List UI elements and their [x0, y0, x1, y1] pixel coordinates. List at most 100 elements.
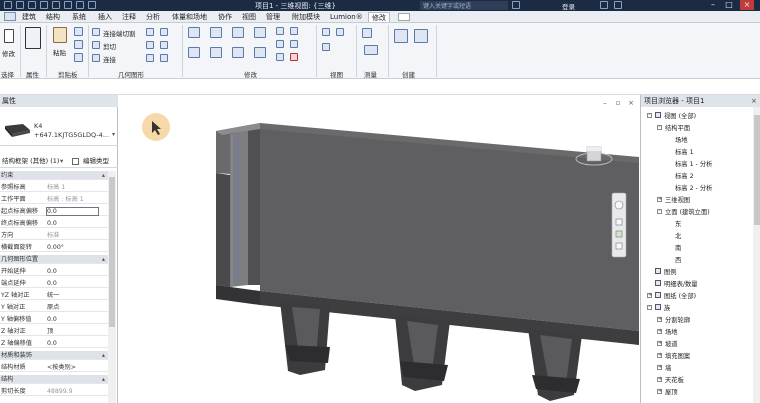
maximize-button[interactable]: □: [722, 0, 736, 10]
property-row[interactable]: 工作平面 标高 : 标高 1: [0, 195, 108, 204]
property-row[interactable]: Z 轴偏移值 0.0: [0, 339, 108, 348]
modify-button[interactable]: 修改: [2, 48, 15, 58]
login-link[interactable]: 登录: [562, 1, 575, 11]
mirror-axis-icon[interactable]: [232, 27, 244, 38]
minimize-button[interactable]: –: [706, 0, 720, 10]
hide-in-view-icon[interactable]: [322, 28, 330, 36]
expand-toggle-icon[interactable]: +: [657, 365, 662, 370]
browser-item[interactable]: 场地: [665, 327, 678, 336]
browser-item[interactable]: 标高 1 - 分析: [675, 159, 712, 168]
connect-cut-button[interactable]: 连接端切割: [103, 28, 136, 38]
expand-toggle-icon[interactable]: +: [657, 389, 662, 394]
geometry-tool-3-icon[interactable]: [146, 41, 154, 49]
tab-addins[interactable]: 附加模块: [292, 12, 320, 22]
property-value[interactable]: 0.0: [47, 279, 57, 288]
property-row[interactable]: 横截面旋转 0.00°: [0, 243, 108, 252]
view-tool-icon[interactable]: [322, 43, 330, 51]
expand-toggle-icon[interactable]: +: [657, 341, 662, 346]
measure-qa-icon[interactable]: [76, 1, 84, 9]
tab-analyze[interactable]: 分析: [146, 12, 160, 22]
browser-item[interactable]: 场地: [675, 135, 688, 144]
browser-item[interactable]: 图纸 (全部): [664, 291, 696, 300]
match-type-icon[interactable]: [74, 53, 83, 62]
browser-item[interactable]: 北: [675, 231, 681, 240]
cut-geometry-icon[interactable]: [92, 41, 100, 49]
browser-item[interactable]: 屋顶: [665, 387, 678, 396]
tab-manage[interactable]: 管理: [266, 12, 280, 22]
cart-icon[interactable]: [600, 1, 608, 9]
app-tab-icon[interactable]: [4, 12, 16, 21]
expand-toggle-icon[interactable]: +: [657, 377, 662, 382]
property-value[interactable]: 顶: [47, 327, 53, 336]
expand-toggle-icon[interactable]: +: [657, 197, 662, 202]
help-icon[interactable]: [614, 1, 622, 9]
browser-item[interactable]: 标高 2 - 分析: [675, 183, 712, 192]
collapse-toggle-icon[interactable]: -: [657, 125, 662, 130]
split-gap-icon[interactable]: [290, 27, 298, 35]
property-row[interactable]: 方向 标准: [0, 231, 108, 240]
edit-type-button[interactable]: 编辑类型: [83, 155, 109, 168]
property-row[interactable]: YZ 轴对正 统一: [0, 291, 108, 300]
browser-item[interactable]: 三维视图: [665, 195, 690, 204]
tab-insert[interactable]: 插入: [98, 12, 112, 22]
expand-toggle-icon[interactable]: +: [657, 353, 662, 358]
browser-item[interactable]: 立面 (建筑立面): [665, 207, 710, 216]
redo-icon[interactable]: [52, 1, 60, 9]
property-group-header[interactable]: 结构 ▴: [0, 375, 108, 384]
tab-collaborate[interactable]: 协作: [218, 12, 232, 22]
browser-item[interactable]: 分割轮廓: [665, 315, 690, 324]
offset-icon[interactable]: [210, 27, 222, 38]
join-geometry-button[interactable]: 连接: [103, 54, 116, 64]
browser-item[interactable]: 天花板: [665, 375, 684, 384]
property-group-header[interactable]: 材质和装饰 ▴: [0, 351, 108, 360]
browser-close-icon[interactable]: ×: [751, 97, 757, 105]
tab-modify[interactable]: 修改: [368, 12, 390, 22]
properties-icon[interactable]: [25, 27, 41, 49]
property-group-header[interactable]: 几何图形位置 ▴: [0, 255, 108, 264]
expand-toggle-icon[interactable]: +: [657, 329, 662, 334]
undo-icon[interactable]: [40, 1, 48, 9]
3d-view-icon[interactable]: [88, 1, 96, 9]
property-value[interactable]: 0.00°: [47, 243, 64, 252]
split-icon[interactable]: [276, 27, 284, 35]
geometry-tool-4-icon[interactable]: [160, 41, 168, 49]
mirror-draw-icon[interactable]: [254, 27, 266, 38]
browser-item[interactable]: 东: [675, 219, 681, 228]
browser-item[interactable]: 族: [664, 303, 670, 312]
property-row[interactable]: 起点标高偏移 0.0: [0, 207, 108, 216]
browser-item[interactable]: 视图 (全部): [664, 111, 696, 120]
collapse-toggle-icon[interactable]: -: [657, 209, 662, 214]
tab-massing-site[interactable]: 体量和场地: [172, 12, 207, 22]
modify-cursor-icon[interactable]: [4, 29, 14, 43]
tab-lumion[interactable]: Lumion®: [330, 12, 363, 22]
browser-item[interactable]: 南: [675, 243, 681, 252]
dimension-icon[interactable]: [364, 45, 378, 55]
collapse-icon[interactable]: ▴: [102, 171, 105, 180]
property-value[interactable]: 0.0: [47, 207, 57, 216]
type-selector[interactable]: [0, 108, 118, 146]
trim-icon[interactable]: [254, 47, 266, 58]
browser-item[interactable]: 图例: [664, 267, 677, 276]
geometry-tool-1-icon[interactable]: [146, 28, 154, 36]
filter-dropdown-icon[interactable]: ▾: [60, 155, 63, 168]
close-button[interactable]: ×: [740, 0, 754, 10]
cut-geometry-button[interactable]: 剪切: [103, 41, 116, 51]
browser-item[interactable]: 坡道: [665, 339, 678, 348]
cut-clipboard-icon[interactable]: [74, 40, 83, 49]
rotate-icon[interactable]: [232, 47, 244, 58]
search-icon[interactable]: [512, 1, 520, 9]
select-group-label[interactable]: 选择: [1, 69, 14, 79]
measure-icon[interactable]: [362, 28, 372, 38]
tab-architecture[interactable]: 建筑: [22, 12, 36, 22]
property-row[interactable]: 剪切长度 48899.9: [0, 387, 108, 396]
property-row[interactable]: Y 轴对正 原点: [0, 303, 108, 312]
collapse-toggle-icon[interactable]: -: [647, 305, 652, 310]
geometry-tool-6-icon[interactable]: [160, 54, 168, 62]
browser-scroll-thumb[interactable]: [754, 115, 760, 225]
property-value[interactable]: 0.0: [47, 339, 57, 348]
create-assembly-icon[interactable]: [414, 29, 428, 43]
instance-filter[interactable]: 结构框架 (其他) (1) ▾ 编辑类型: [0, 155, 118, 168]
property-row[interactable]: Z 轴对正 顶: [0, 327, 108, 336]
property-value[interactable]: 原点: [47, 303, 59, 312]
override-graphics-icon[interactable]: [336, 28, 344, 36]
